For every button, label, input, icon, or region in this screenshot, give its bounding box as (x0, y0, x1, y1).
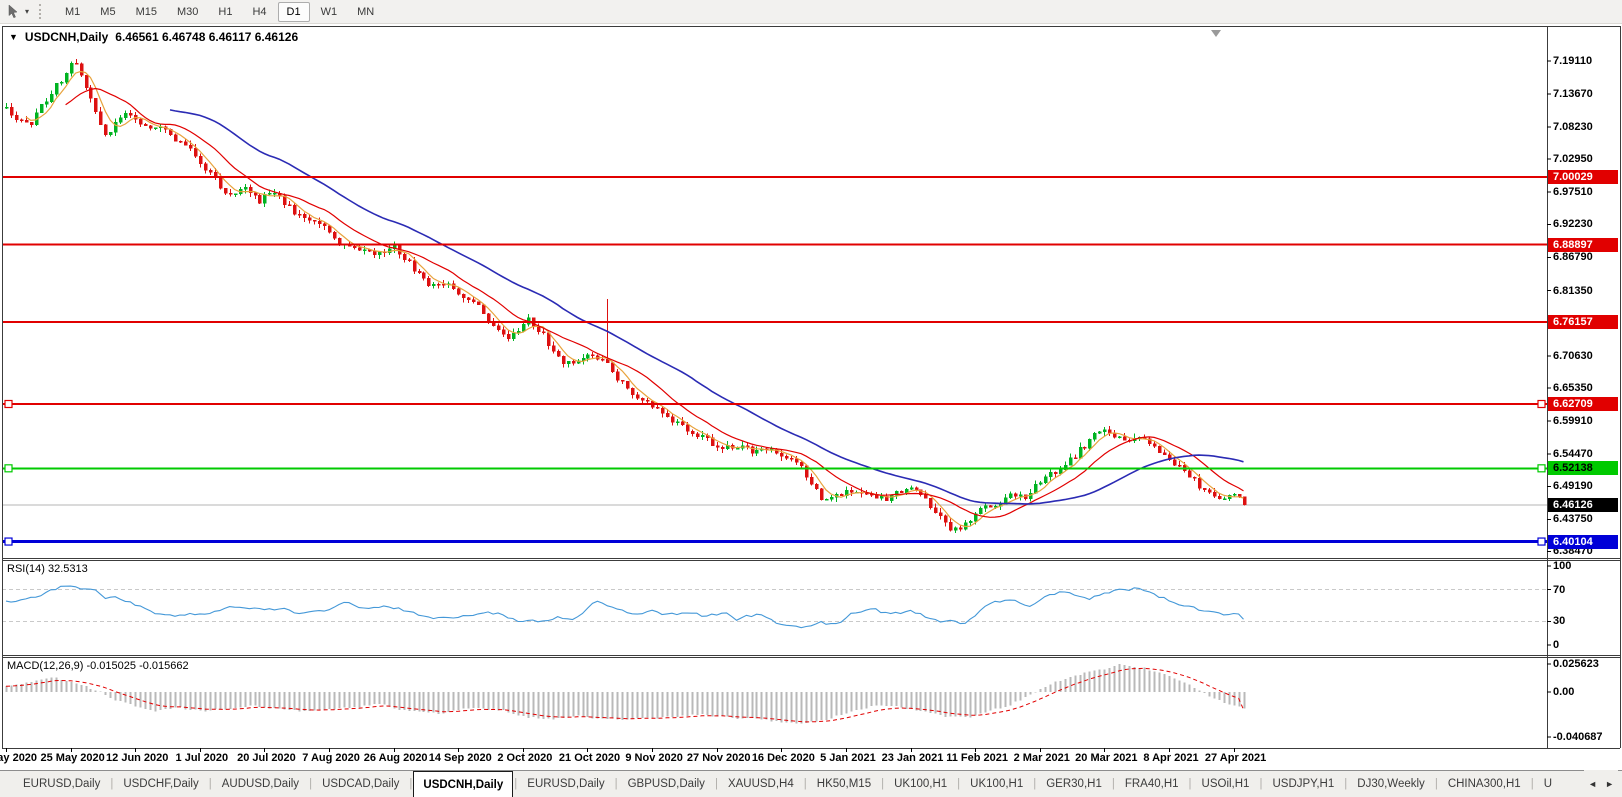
timeframe-button-h4[interactable]: H4 (243, 2, 275, 22)
hline-price-chip: 7.00029 (1548, 170, 1618, 184)
chart-tab-uk100-h1[interactable]: UK100,H1 (885, 771, 956, 797)
hline-price-chip: 6.62709 (1548, 397, 1618, 411)
price-tick-label: 6.49190 (1553, 480, 1593, 493)
chart-canvas[interactable] (0, 26, 1622, 770)
timeframe-button-h1[interactable]: H1 (209, 2, 241, 22)
date-axis-label: 5 Jan 2021 (820, 752, 876, 764)
chart-tool-button[interactable]: ▾ (0, 0, 29, 23)
date-axis-label: 26 Aug 2020 (364, 752, 428, 764)
mt4-terminal-window: ▾ M1M5M15M30H1H4D1W1MN ▼ USDCNH,Daily 6.… (0, 0, 1622, 797)
date-axis-label: 27 Apr 2021 (1205, 752, 1266, 764)
date-axis-label: 11 Feb 2021 (946, 752, 1008, 764)
timeframe-button-m30[interactable]: M30 (168, 2, 207, 22)
chart-tab-usdjpy-h1[interactable]: USDJPY,H1 (1263, 771, 1343, 797)
price-tick-label: 7.02950 (1553, 153, 1593, 166)
timeframe-button-m1[interactable]: M1 (56, 2, 89, 22)
chart-tab-china300-h1[interactable]: CHINA300,H1 (1439, 771, 1530, 797)
timeframe-button-d1[interactable]: D1 (278, 2, 310, 22)
macd-axis-label: -0.040687 (1553, 731, 1603, 744)
price-tick-label: 6.86790 (1553, 251, 1593, 264)
date-axis-label: 2 Oct 2020 (497, 752, 552, 764)
price-tick-label: 6.97510 (1553, 186, 1593, 199)
chart-tab-xauusd-h4[interactable]: XAUUSD,H4 (719, 771, 803, 797)
date-axis-label: 27 Nov 2020 (687, 752, 751, 764)
date-axis-label: 1 Jul 2020 (176, 752, 229, 764)
date-axis-label: 20 Mar 2021 (1075, 752, 1137, 764)
macd-axis-label: 0.00 (1553, 686, 1574, 699)
rsi-axis-label: 0 (1553, 639, 1559, 652)
chart-tab-fra40-h1[interactable]: FRA40,H1 (1116, 771, 1188, 797)
date-axis-label: 23 Jan 2021 (882, 752, 944, 764)
chart-tab-hk50-m15[interactable]: HK50,M15 (808, 771, 880, 797)
date-axis-label: 12 Jun 2020 (106, 752, 168, 764)
date-axis-label: 9 Nov 2020 (625, 752, 682, 764)
price-tick-label: 6.81350 (1553, 285, 1593, 298)
chart-tab-eurusd-daily[interactable]: EURUSD,Daily (518, 771, 613, 797)
price-tick-label: 6.43750 (1553, 513, 1593, 526)
chart-tab-usoil-h1[interactable]: USOil,H1 (1193, 771, 1259, 797)
chart-tab-dj30-weekly[interactable]: DJ30,Weekly (1348, 771, 1434, 797)
date-axis-label: 20 Jul 2020 (237, 752, 296, 764)
date-axis-label: 8 Apr 2021 (1143, 752, 1198, 764)
macd-axis-label: 0.025623 (1553, 658, 1599, 671)
price-tick-label: 6.54470 (1553, 448, 1593, 461)
price-tick-label: 6.59910 (1553, 415, 1593, 428)
hline-handle[interactable] (1538, 538, 1545, 545)
rsi-axis-label: 100 (1553, 560, 1571, 573)
hline-handle[interactable] (5, 465, 12, 472)
chevron-down-icon[interactable]: ▾ (25, 7, 29, 16)
chart-title: ▼ USDCNH,Daily 6.46561 6.46748 6.46117 6… (9, 30, 298, 44)
chart-tab-uk100-h1[interactable]: UK100,H1 (961, 771, 1032, 797)
tab-scroll-left-icon[interactable]: ◄ (1588, 779, 1597, 789)
hline-price-chip: 6.76157 (1548, 315, 1618, 329)
date-axis-label: 6 May 2020 (0, 752, 37, 764)
macd-indicator-label: MACD(12,26,9) -0.015025 -0.015662 (7, 660, 189, 672)
timeframe-buttons-row: M1M5M15M30H1H4D1W1MN (55, 0, 384, 23)
date-axis-label: 16 Dec 2020 (752, 752, 815, 764)
price-tick-label: 7.19110 (1553, 55, 1592, 68)
timeframe-toolbar: ▾ M1M5M15M30H1H4D1W1MN (0, 0, 1622, 24)
chart-collapse-caret-icon[interactable]: ▼ (9, 32, 18, 42)
chart-tab-u[interactable]: U (1535, 771, 1561, 797)
chart-tab-eurusd-daily[interactable]: EURUSD,Daily (14, 771, 109, 797)
date-axis-label: 14 Sep 2020 (429, 752, 492, 764)
chart-symbol-label: USDCNH,Daily (25, 30, 108, 44)
chart-tab-usdcnh-daily[interactable]: USDCNH,Daily (413, 771, 513, 797)
chart-tab-bar: EURUSD,Daily|USDCHF,Daily|AUDUSD,Daily|U… (0, 770, 1622, 797)
rsi-indicator-label: RSI(14) 32.5313 (7, 563, 88, 575)
hline-handle[interactable] (1538, 400, 1545, 407)
date-axis-label: 7 Aug 2020 (302, 752, 360, 764)
hline-handle[interactable] (5, 538, 12, 545)
chart-ohlc-values: 6.46561 6.46748 6.46117 6.46126 (115, 30, 298, 44)
chart-tab-usdchf-daily[interactable]: USDCHF,Daily (114, 771, 207, 797)
hline-price-chip: 6.40104 (1548, 535, 1618, 549)
timeframe-button-m15[interactable]: M15 (127, 2, 166, 22)
hline-handle[interactable] (5, 400, 12, 407)
tab-scroll-right-icon[interactable]: ► (1605, 779, 1614, 789)
date-axis-label: 2 Mar 2021 (1014, 752, 1070, 764)
rsi-axis-label: 70 (1553, 584, 1565, 597)
price-tick-label: 7.08230 (1553, 121, 1593, 134)
chart-tab-usdcad-daily[interactable]: USDCAD,Daily (313, 771, 408, 797)
timeframe-button-mn[interactable]: MN (348, 2, 383, 22)
date-axis-label: 25 May 2020 (41, 752, 105, 764)
timeframe-button-m5[interactable]: M5 (91, 2, 124, 22)
date-axis-label: 21 Oct 2020 (559, 752, 620, 764)
price-tick-label: 6.92230 (1553, 218, 1593, 231)
hline-price-chip: 6.88897 (1548, 238, 1618, 252)
price-tick-label: 6.70630 (1553, 350, 1593, 363)
hline-handle[interactable] (1538, 465, 1545, 472)
rsi-axis-label: 30 (1553, 615, 1565, 628)
price-tick-label: 7.13670 (1553, 88, 1593, 101)
toolbar-grip-handle[interactable] (39, 4, 43, 19)
chart-tab-ger30-h1[interactable]: GER30,H1 (1037, 771, 1111, 797)
hline-price-chip: 6.52138 (1548, 461, 1618, 475)
current-price-chip: 6.46126 (1548, 498, 1618, 512)
tab-scroll-arrows: ◄ ► (1584, 770, 1618, 797)
chart-tab-gbpusd-daily[interactable]: GBPUSD,Daily (619, 771, 714, 797)
chart-tab-audusd-daily[interactable]: AUDUSD,Daily (213, 771, 308, 797)
price-tick-label: 6.65350 (1553, 382, 1593, 395)
cursor-tool-icon (6, 4, 21, 19)
timeframe-button-w1[interactable]: W1 (312, 2, 347, 22)
